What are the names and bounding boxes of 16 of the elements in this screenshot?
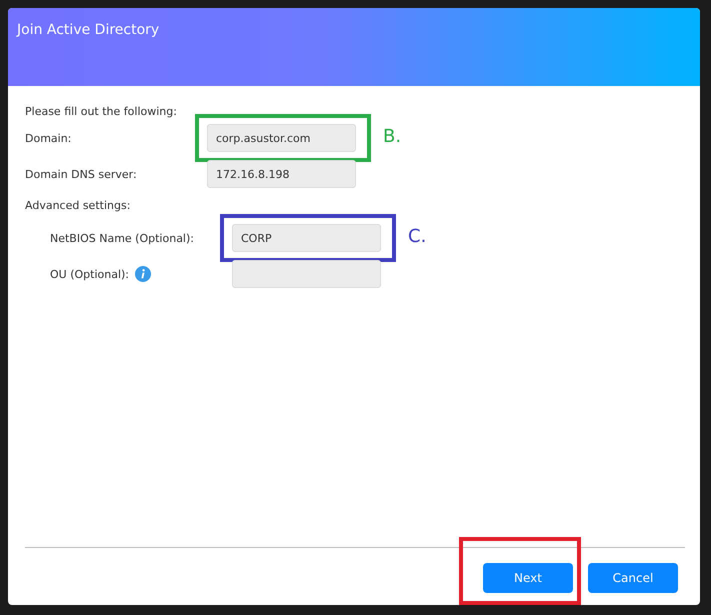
field-label: Domain: [25, 132, 72, 144]
info-icon[interactable] [135, 266, 152, 282]
dialog-button[interactable]: Next [483, 563, 573, 593]
field-label: OU (Optional): [50, 268, 130, 280]
field-label: Domain DNS server: [25, 168, 138, 180]
input-field[interactable]: corp.asustor.com [207, 124, 356, 152]
input-field[interactable] [232, 260, 381, 288]
annotation-label: B. [383, 126, 402, 147]
instruction-text: Please fill out the following: [25, 104, 178, 120]
dialog-button[interactable]: Cancel [588, 563, 678, 593]
input-field[interactable]: 172.16.8.198 [207, 160, 356, 188]
window-title: Join Active Directory [17, 22, 160, 38]
section-label: Advanced settings: [25, 198, 132, 214]
annotation-label: C. [408, 226, 426, 247]
input-field[interactable]: CORP [232, 224, 381, 252]
field-label: NetBIOS Name (Optional): [50, 232, 194, 244]
